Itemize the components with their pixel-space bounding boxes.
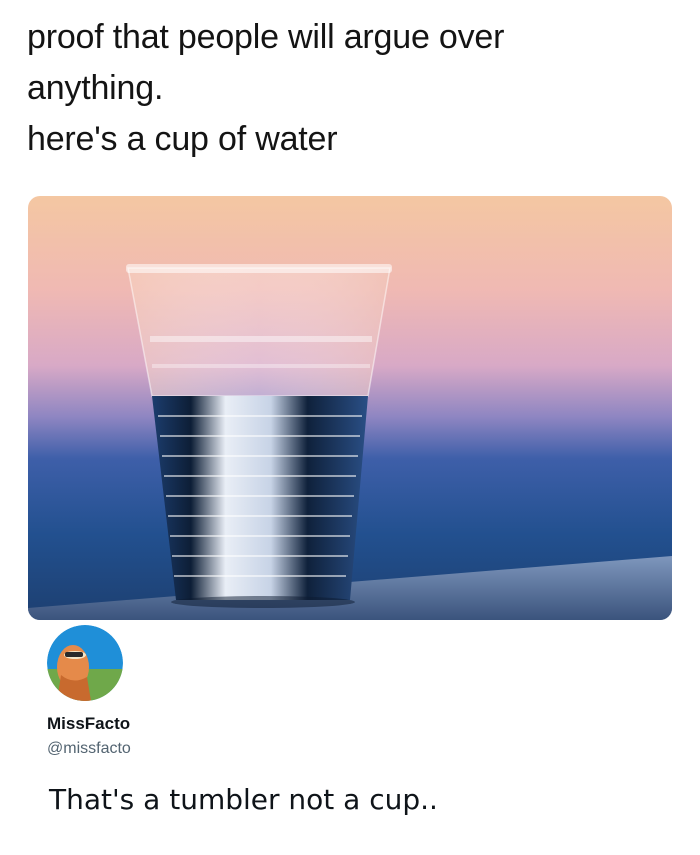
post-text: proof that people will argue over anythi… xyxy=(27,12,677,165)
post-text-line-2: anything. xyxy=(27,69,164,107)
profile-avatar-icon xyxy=(47,625,123,701)
post-text-line-1: proof that people will argue over xyxy=(27,18,505,56)
user-handle[interactable]: @missfacto xyxy=(47,740,131,758)
display-name[interactable]: MissFacto xyxy=(47,714,130,734)
reply-text: That's a tumbler not a cup.. xyxy=(49,783,438,816)
post-text-line-3: here's a cup of water xyxy=(27,120,338,158)
post-image[interactable] xyxy=(28,196,672,620)
cup-of-water-image xyxy=(28,196,672,620)
avatar[interactable] xyxy=(47,625,123,701)
